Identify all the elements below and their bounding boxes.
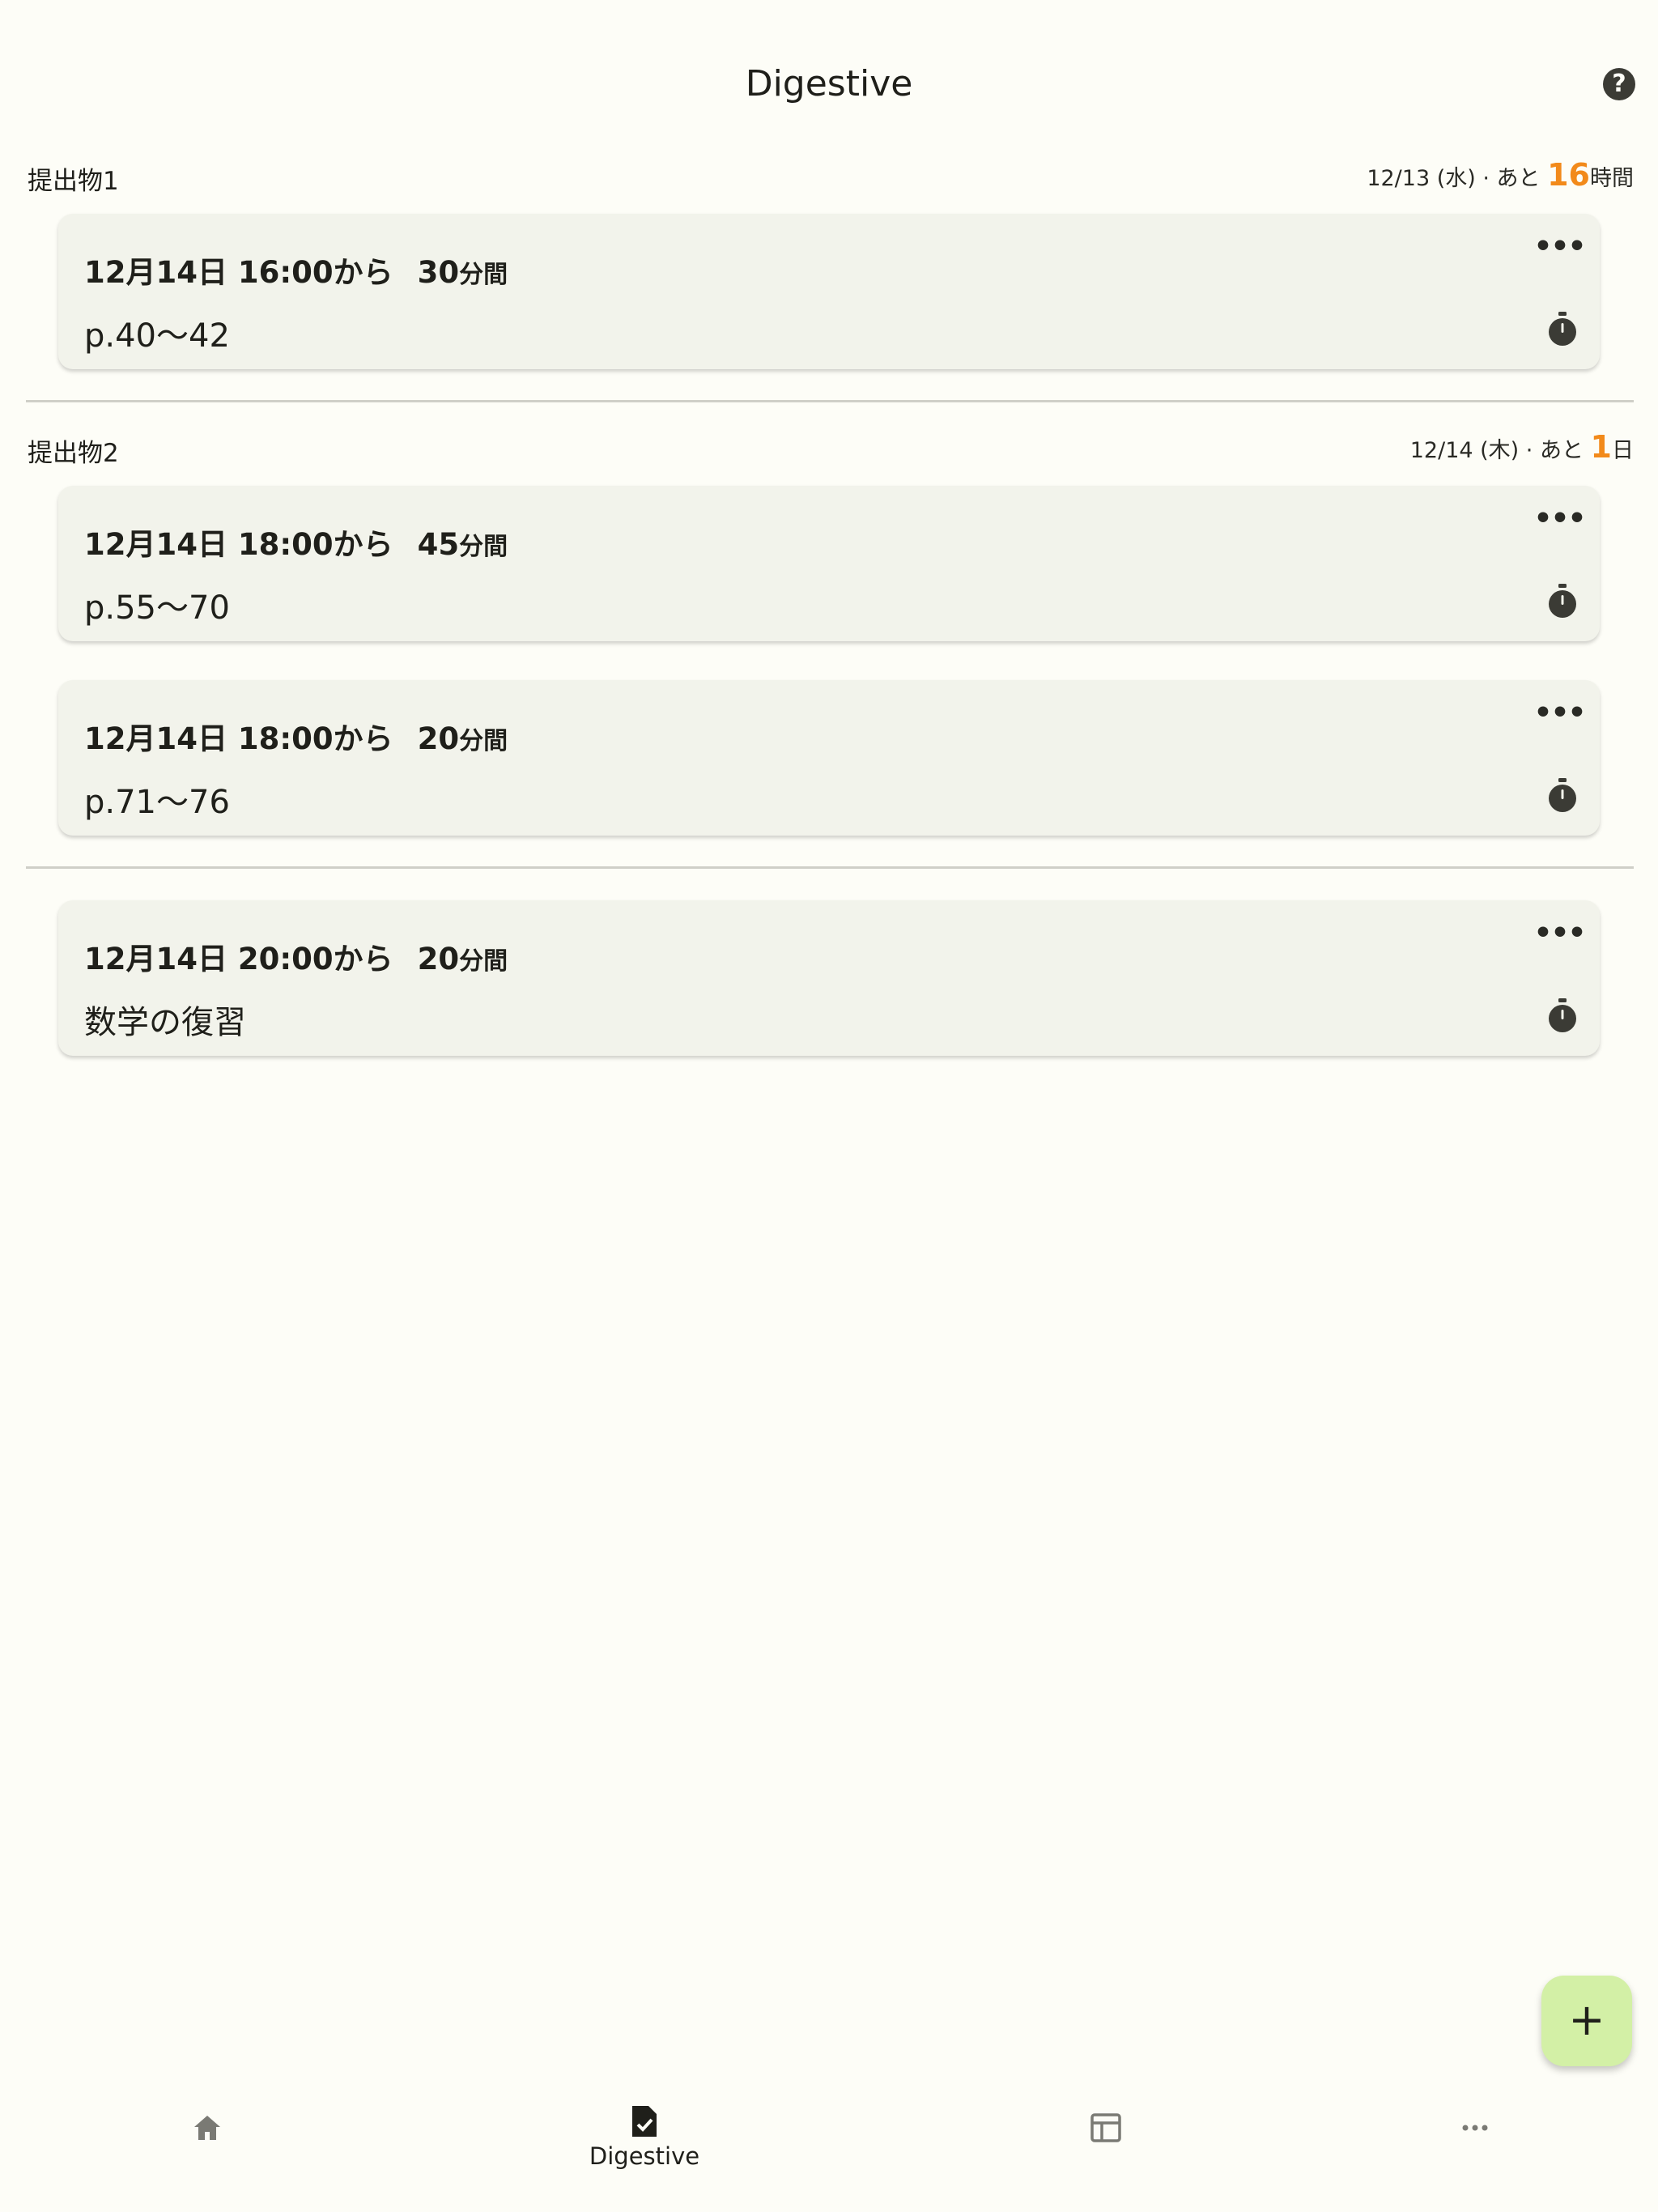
task-date: 12月14日 xyxy=(84,721,227,756)
task-start-time: 20:00から xyxy=(237,942,393,976)
help-icon[interactable]: ? xyxy=(1603,68,1635,100)
group-deadline: 12/13 (水) · あと 16時間 xyxy=(1367,157,1634,193)
group-title: 提出物1 xyxy=(28,167,119,196)
task-detail: p.55〜70 xyxy=(84,589,230,627)
task-card[interactable]: 12月14日 18:00から 45分間 p.55〜70 ••• xyxy=(58,486,1600,641)
group-header: 提出物2 12/14 (木) · あと 1日 xyxy=(28,426,1634,468)
task-document-check-icon xyxy=(632,2106,657,2137)
group-header: 提出物1 12/13 (水) · あと 16時間 xyxy=(28,154,1634,196)
bottom-nav: Digestive xyxy=(0,2073,1658,2212)
task-duration-unit: 分間 xyxy=(459,727,508,755)
group-divider xyxy=(26,866,1634,869)
task-schedule: 12月14日 18:00から 45分間 xyxy=(84,520,508,564)
more-horizontal-icon[interactable]: ••• xyxy=(1533,699,1586,740)
remaining-value: 16 xyxy=(1547,157,1590,193)
more-horizontal-icon xyxy=(1462,2125,1488,2131)
more-horizontal-icon[interactable]: ••• xyxy=(1533,504,1586,546)
stopwatch-icon[interactable] xyxy=(1543,309,1582,348)
task-card[interactable]: 12月14日 20:00から 20分間 数学の復習 ••• xyxy=(58,900,1600,1056)
task-schedule: 12月14日 18:00から 20分間 xyxy=(84,714,508,758)
stopwatch-icon[interactable] xyxy=(1543,776,1582,815)
task-card[interactable]: 12月14日 18:00から 20分間 p.71〜76 ••• xyxy=(58,680,1600,836)
deadline-date: 12/13 (水) · あと xyxy=(1367,166,1548,191)
nav-timetable[interactable] xyxy=(899,2073,1313,2212)
task-date: 12月14日 xyxy=(84,255,227,290)
task-start-time: 18:00から xyxy=(237,721,393,756)
app-header: Digestive ? xyxy=(0,0,1658,162)
nav-label: Digestive xyxy=(589,2142,700,2170)
task-duration: 20 xyxy=(417,721,460,756)
task-duration-unit: 分間 xyxy=(459,261,508,289)
group-deadline: 12/14 (木) · あと 1日 xyxy=(1410,429,1634,465)
remaining-unit: 時間 xyxy=(1590,166,1634,191)
task-schedule: 12月14日 16:00から 30分間 xyxy=(84,248,508,291)
task-date: 12月14日 xyxy=(84,942,227,976)
nav-home[interactable] xyxy=(0,2073,414,2212)
plus-icon: + xyxy=(1568,1994,1605,2045)
task-duration: 20 xyxy=(417,942,460,976)
add-task-button[interactable]: + xyxy=(1541,1976,1632,2066)
deadline-date: 12/14 (木) · あと xyxy=(1409,438,1591,463)
nav-more[interactable] xyxy=(1268,2073,1658,2212)
task-card[interactable]: 12月14日 16:00から 30分間 p.40〜42 ••• xyxy=(58,214,1600,369)
group-divider xyxy=(26,400,1634,402)
home-icon xyxy=(194,2116,220,2140)
calendar-table-icon xyxy=(1090,2113,1121,2142)
task-duration-unit: 分間 xyxy=(459,947,508,976)
more-horizontal-icon[interactable]: ••• xyxy=(1533,232,1586,274)
task-start-time: 16:00から xyxy=(237,255,393,290)
task-detail: p.71〜76 xyxy=(84,784,230,821)
task-duration: 30 xyxy=(417,255,460,290)
task-start-time: 18:00から xyxy=(237,527,393,562)
task-detail: p.40〜42 xyxy=(84,317,230,355)
task-detail: 数学の復習 xyxy=(84,1004,246,1041)
group-title: 提出物2 xyxy=(28,439,119,468)
task-duration: 45 xyxy=(417,527,460,562)
more-horizontal-icon[interactable]: ••• xyxy=(1533,919,1586,960)
nav-digestive[interactable]: Digestive xyxy=(437,2073,852,2212)
task-date: 12月14日 xyxy=(84,527,227,562)
remaining-unit: 日 xyxy=(1612,438,1634,463)
stopwatch-icon[interactable] xyxy=(1543,996,1582,1035)
remaining-value: 1 xyxy=(1590,429,1612,465)
task-schedule: 12月14日 20:00から 20分間 xyxy=(84,934,508,978)
task-duration-unit: 分間 xyxy=(459,533,508,561)
stopwatch-icon[interactable] xyxy=(1543,581,1582,620)
page-title: Digestive xyxy=(745,63,913,104)
